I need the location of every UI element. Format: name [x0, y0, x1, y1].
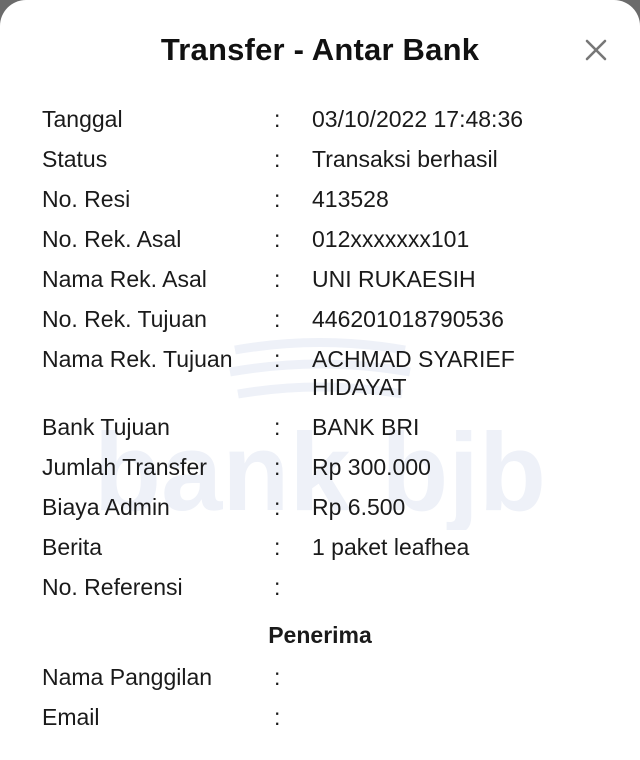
detail-separator: : — [274, 704, 281, 730]
detail-label: Email — [42, 704, 100, 730]
detail-separator: : — [274, 346, 281, 372]
detail-label: Jumlah Transfer — [42, 454, 207, 480]
detail-value: 03/10/2022 17:48:36 — [312, 106, 524, 132]
transfer-receipt-dialog: bank bjb Transfer - Antar Bank Tanggal :… — [0, 0, 640, 760]
detail-label: Nama Rek. Asal — [42, 266, 207, 292]
recipient-heading: Penerima — [268, 622, 372, 648]
detail-separator: : — [274, 106, 281, 132]
detail-value: Transaksi berhasil — [312, 146, 498, 172]
detail-value: 012xxxxxxx101 — [312, 226, 470, 252]
detail-separator: : — [274, 226, 281, 252]
detail-value: Rp 6.500 — [312, 494, 406, 520]
detail-label: Status — [42, 146, 108, 172]
detail-value: 413528 — [312, 186, 389, 212]
detail-label: Tanggal — [42, 106, 123, 132]
detail-separator: : — [274, 664, 281, 690]
detail-label: No. Referensi — [42, 574, 183, 600]
detail-label: Nama Rek. Tujuan — [42, 346, 233, 372]
detail-label: No. Rek. Asal — [42, 226, 182, 252]
dialog-title: Transfer - Antar Bank — [160, 32, 480, 67]
detail-separator: : — [274, 266, 281, 292]
detail-value: 446201018790536 — [312, 306, 504, 332]
detail-label: Biaya Admin — [42, 494, 170, 520]
detail-separator: : — [274, 186, 281, 212]
detail-value: 1 paket leafhea — [312, 534, 470, 560]
detail-label: Bank Tujuan — [42, 414, 170, 440]
detail-label: No. Rek. Tujuan — [42, 306, 207, 332]
detail-separator: : — [274, 454, 281, 480]
detail-label: Nama Panggilan — [42, 664, 213, 690]
detail-label: Berita — [42, 534, 103, 560]
detail-separator: : — [274, 146, 281, 172]
detail-separator: : — [274, 574, 281, 600]
detail-separator: : — [274, 414, 281, 440]
detail-value: UNI RUKAESIH — [312, 266, 476, 292]
detail-value: BANK BRI — [312, 414, 420, 440]
close-icon[interactable] — [582, 36, 610, 64]
detail-label: No. Resi — [42, 186, 131, 212]
detail-separator: : — [274, 494, 281, 520]
detail-separator: : — [274, 534, 281, 560]
detail-value: ACHMAD SYARIEF HIDAYAT — [312, 346, 515, 400]
detail-value: Rp 300.000 — [312, 454, 431, 480]
detail-separator: : — [274, 306, 281, 332]
